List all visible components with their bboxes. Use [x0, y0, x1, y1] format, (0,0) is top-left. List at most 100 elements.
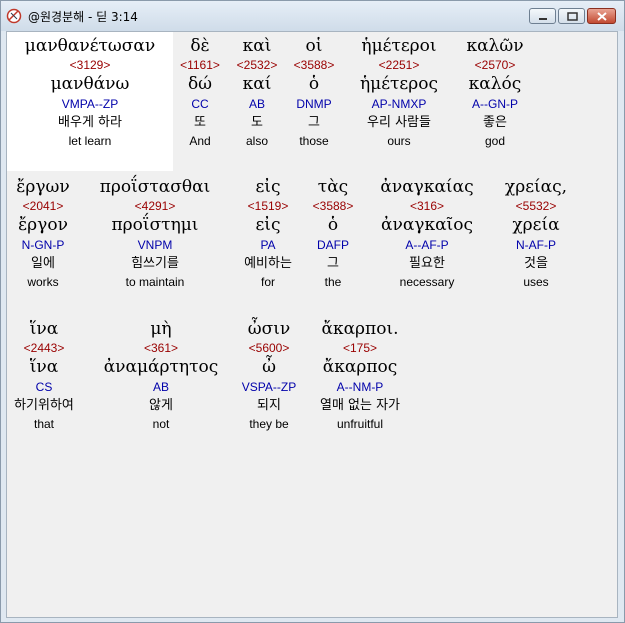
parsing-code: CC: [191, 97, 209, 111]
strongs-number: <4291>: [134, 199, 176, 213]
maximize-icon: [567, 12, 578, 21]
english-gloss: also: [245, 134, 268, 148]
lemma: ἀναμάρτητος: [103, 357, 219, 377]
greek-word: ἄκαρποι.: [321, 319, 399, 339]
strongs-number: <361>: [143, 341, 179, 355]
lemma: προΐστημι: [111, 215, 199, 235]
word-block[interactable]: καὶ <2532> καί AB 도 also: [231, 35, 283, 149]
strongs-number: <3129>: [69, 58, 111, 72]
strongs-number: <2532>: [236, 58, 278, 72]
greek-word: καλῶν: [466, 36, 524, 56]
word-block[interactable]: μανθανέτωσαν <3129> μανθάνω VMPA--ZP 배우게…: [7, 35, 173, 149]
greek-word: ἵνα: [29, 319, 59, 339]
strongs-number: <3588>: [312, 199, 354, 213]
lemma: ὁ: [327, 215, 339, 235]
korean-gloss: 것을: [524, 256, 548, 271]
english-gloss: unfruitful: [336, 417, 384, 431]
parsing-code: VMPA--ZP: [61, 97, 119, 111]
word-block[interactable]: ἡμέτεροι <2251> ἡμέτερος AP-NMXP 우리 사람들 …: [345, 35, 453, 149]
english-gloss: to maintain: [125, 275, 185, 289]
korean-gloss: 힘쓰기를: [131, 256, 179, 271]
parsing-code: AB: [152, 380, 169, 394]
strongs-number: <2041>: [22, 199, 64, 213]
english-gloss: let learn: [68, 134, 112, 148]
greek-word: οἱ: [305, 36, 323, 56]
korean-gloss: 일에: [31, 256, 55, 271]
strongs-number: <2570>: [474, 58, 516, 72]
korean-gloss: 되지: [257, 398, 281, 413]
lemma: μανθάνω: [50, 74, 130, 94]
greek-word: ἀναγκαίας: [380, 177, 474, 197]
lemma: καλός: [468, 74, 522, 94]
parsing-code: PA: [260, 238, 276, 252]
greek-word: ἔργων: [16, 177, 70, 197]
english-gloss: And: [189, 134, 211, 148]
strongs-number: <316>: [409, 199, 445, 213]
lemma: ὦ: [262, 357, 276, 377]
app-window: @원경분해 - 딛 3:14 μανθανέτωσαν <3129> μανθά…: [0, 0, 625, 623]
english-gloss: they be: [249, 417, 289, 431]
strongs-number: <5600>: [248, 341, 290, 355]
word-block[interactable]: καλῶν <2570> καλός A--GN-P 좋은 god: [455, 35, 535, 149]
window-title: @원경분해 - 딛 3:14: [28, 10, 138, 24]
korean-gloss: 배우게 하라: [58, 115, 122, 130]
minimize-button[interactable]: [529, 8, 556, 24]
english-gloss: those: [299, 134, 329, 148]
parsing-code: A--AF-P: [405, 238, 449, 252]
strongs-number: <5532>: [515, 199, 557, 213]
word-block[interactable]: οἱ <3588> ὁ DNMP 그 those: [287, 35, 341, 149]
strongs-number: <3588>: [293, 58, 335, 72]
parsing-code: AP-NMXP: [371, 97, 427, 111]
word-block[interactable]: δὲ <1161> δώ CC 또 And: [173, 35, 227, 149]
english-gloss: that: [33, 417, 54, 431]
strongs-number: <2443>: [23, 341, 65, 355]
greek-word: μανθανέτωσαν: [24, 36, 156, 56]
korean-gloss: 예비하는: [244, 256, 292, 271]
lemma: ἵνα: [29, 357, 59, 377]
greek-word: δὲ: [190, 36, 210, 56]
greek-word: καὶ: [242, 36, 272, 56]
korean-gloss: 좋은: [483, 115, 507, 130]
lemma: ἡμέτερος: [359, 74, 438, 94]
word-block[interactable]: χρείας, <5532> χρεία N-AF-P 것을 uses: [493, 176, 579, 290]
word-block[interactable]: ἀναγκαίας <316> ἀναγκαῖος A--AF-P 필요한 ne…: [365, 176, 489, 290]
korean-gloss: 하기위하여: [14, 398, 74, 413]
maximize-button[interactable]: [558, 8, 585, 24]
lemma: χρεία: [512, 215, 560, 235]
english-gloss: ours: [387, 134, 411, 148]
parsing-code: DAFP: [316, 238, 349, 252]
word-block[interactable]: ἔργων <2041> ἔργον N-GN-P 일에 works: [7, 176, 79, 290]
app-logo-icon: [6, 8, 22, 24]
word-block[interactable]: τὰς <3588> ὁ DAFP 그 the: [303, 176, 363, 290]
greek-word: χρείας,: [504, 177, 568, 197]
word-block[interactable]: μὴ <361> ἀναμάρτητος AB 않게 not: [99, 318, 223, 432]
title-bar[interactable]: @원경분해 - 딛 3:14: [1, 1, 624, 31]
lemma: δώ: [187, 74, 213, 94]
lemma: καί: [242, 74, 272, 94]
word-block[interactable]: ὦσιν <5600> ὦ VSPA--ZP 되지 they be: [231, 318, 307, 432]
strongs-number: <1161>: [180, 58, 220, 72]
korean-gloss: 그: [308, 115, 320, 130]
word-block[interactable]: ἵνα <2443> ἵνα CS 하기위하여 that: [7, 318, 81, 432]
korean-gloss: 않게: [149, 398, 173, 413]
minimize-icon: [539, 18, 547, 20]
parsing-code: VSPA--ZP: [241, 380, 297, 394]
lemma: ἀναγκαῖος: [381, 215, 473, 235]
word-block[interactable]: εἰς <1519> εἰς PA 예비하는 for: [233, 176, 303, 290]
korean-gloss: 필요한: [409, 256, 445, 271]
english-gloss: works: [27, 275, 59, 289]
interlinear-panel[interactable]: μανθανέτωσαν <3129> μανθάνω VMPA--ZP 배우게…: [6, 31, 618, 618]
word-block[interactable]: προΐστασθαι <4291> προΐστημι VNPM 힘쓰기를 t…: [87, 176, 223, 290]
close-button[interactable]: [587, 8, 616, 24]
strongs-number: <175>: [342, 341, 378, 355]
greek-word: εἰς: [255, 177, 281, 197]
word-block[interactable]: ἄκαρποι. <175> ἄκαρπος A--NM-P 열매 없는 자가 …: [307, 318, 413, 432]
parsing-code: CS: [35, 380, 53, 394]
strongs-number: <1519>: [247, 199, 289, 213]
greek-word: μὴ: [150, 319, 172, 339]
parsing-code: A--GN-P: [472, 97, 518, 111]
english-gloss: uses: [523, 275, 549, 289]
lemma: ἄκαρπος: [322, 357, 398, 377]
english-gloss: for: [260, 275, 275, 289]
english-gloss: necessary: [399, 275, 455, 289]
